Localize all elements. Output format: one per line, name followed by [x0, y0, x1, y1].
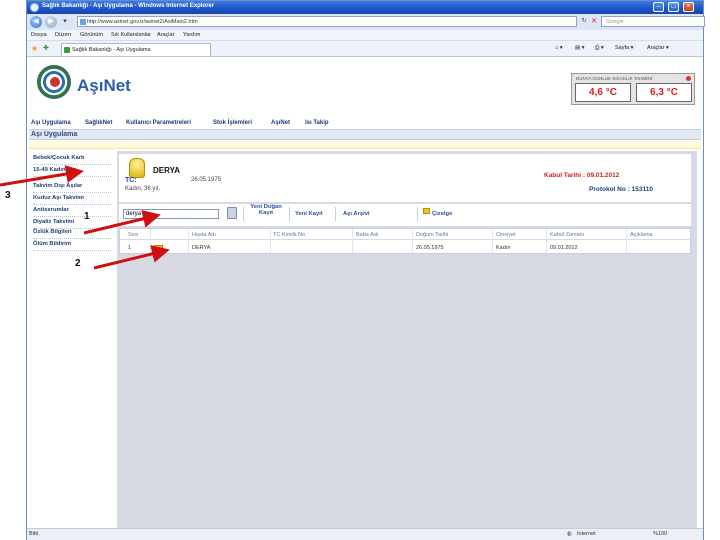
annotation-label-2: 2 [75, 258, 81, 269]
annotation-label-3: 3 [5, 190, 11, 201]
annotation-label-1: 1 [84, 211, 90, 222]
arrow-1 [83, 210, 161, 235]
arrow-2 [93, 245, 170, 270]
arrow-3 [0, 165, 84, 187]
annotation-layer [0, 165, 170, 270]
